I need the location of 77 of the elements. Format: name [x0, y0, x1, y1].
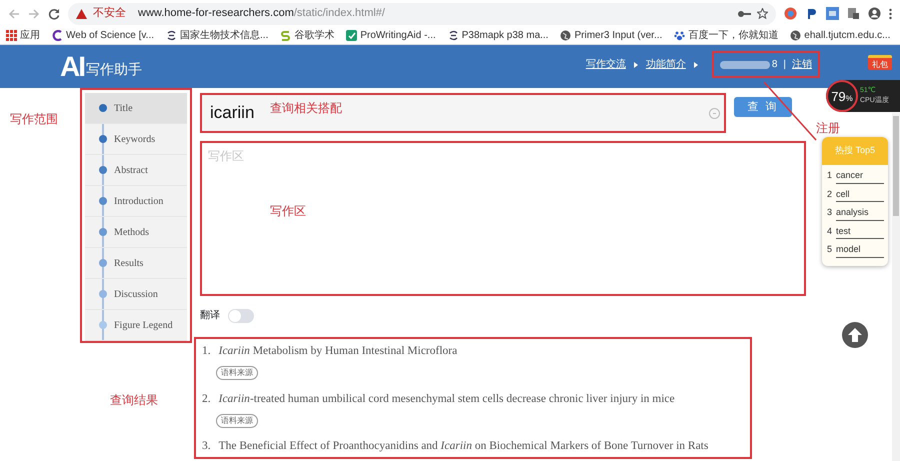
bookmark-icon: [280, 30, 292, 41]
sidebar-item[interactable]: Introduction: [85, 186, 187, 217]
source-tag[interactable]: 语料来源: [216, 366, 258, 380]
annotation-label: 写作区: [270, 203, 306, 220]
bookmark-link[interactable]: Primer3 Input (ver...: [560, 28, 662, 43]
nav-link[interactable]: 写作交流: [586, 57, 626, 72]
result-number: 3.: [202, 439, 211, 454]
sidebar-item[interactable]: Title: [85, 93, 187, 124]
menu-icon[interactable]: [889, 8, 892, 20]
sidebar-item[interactable]: Results: [85, 248, 187, 279]
sidebar-item[interactable]: Keywords: [85, 124, 187, 155]
sidebar-item[interactable]: Methods: [85, 217, 187, 248]
bookmark-link[interactable]: 谷歌学术: [280, 28, 334, 43]
reload-icon[interactable]: [48, 8, 60, 20]
scroll-top-icon[interactable]: [842, 322, 868, 348]
separator: |: [783, 58, 786, 72]
warning-icon: [76, 8, 87, 18]
security-label: 不安全: [93, 6, 126, 22]
bookmark-link[interactable]: ProWritingAid -...: [346, 28, 436, 43]
sidebar-item[interactable]: Discussion: [85, 279, 187, 310]
blurred-username: [720, 60, 770, 68]
translate-label: 翻译: [200, 308, 220, 323]
logo-mark: AI: [60, 53, 84, 81]
rank-number: 5: [827, 243, 832, 256]
paw-icon: [674, 30, 686, 41]
rank-number: 2: [827, 188, 832, 200]
hot-search-link[interactable]: model: [836, 243, 884, 258]
bookmark-icon: [166, 30, 178, 41]
apps-icon: [6, 30, 17, 41]
source-tag[interactable]: 语料来源: [216, 414, 258, 428]
rank-number: 1: [827, 169, 832, 182]
caret-icon: [694, 62, 698, 68]
bookmark-link[interactable]: 百度一下，你就知道: [674, 28, 778, 43]
globe-icon: [790, 30, 802, 41]
key-icon[interactable]: [738, 10, 751, 18]
extension-icon[interactable]: [805, 7, 818, 20]
bookmark-icon: [52, 30, 63, 41]
rank-number: 3: [827, 206, 832, 219]
annotation-label: 注册: [816, 120, 840, 137]
hot-search-link[interactable]: analysis: [836, 206, 884, 220]
nav-link[interactable]: 功能简介: [646, 57, 686, 72]
hot-search-link[interactable]: cancer: [836, 169, 884, 184]
gift-button[interactable]: 礼包: [868, 55, 892, 70]
bookmark-link[interactable]: 国家生物技术信息...: [166, 28, 268, 43]
rank-number: 4: [827, 224, 832, 238]
star-icon[interactable]: [757, 8, 768, 19]
bookmark-link[interactable]: Web of Science [v...: [52, 28, 154, 43]
check-icon: [346, 30, 358, 41]
globe-icon: [560, 30, 572, 41]
extension-icon[interactable]: [784, 7, 797, 20]
bookmark-icon: [448, 30, 459, 41]
result-title[interactable]: Icariin Metabolism by Human Intestinal Microflora: [218, 343, 458, 360]
result-title[interactable]: Icariin-treated human umbilical cord mesenchymal stem cells decrease chronic liver injury in mice: [218, 390, 675, 408]
caret-icon: [634, 62, 638, 68]
logout-link[interactable]: 注销: [792, 57, 812, 72]
sidebar-item[interactable]: Figure Legend: [85, 310, 187, 341]
annotation-label: 查询结果: [110, 392, 158, 409]
result-number: 1.: [202, 344, 211, 359]
extension-icon[interactable]: [847, 7, 860, 20]
translate-toggle[interactable]: [228, 308, 254, 322]
result-title[interactable]: The Beneficial Effect of Proanthocyanidins and Icariin on Biochemical Markers of Bone Turnover in Rats: [218, 438, 708, 456]
result-number: 2.: [202, 392, 211, 406]
logo-text: 写作助手: [86, 61, 142, 80]
hot-search-link[interactable]: cell: [836, 188, 884, 202]
address-bar[interactable]: 不安全 www.home-for-researchers.com/static/index.html#/: [68, 2, 776, 24]
annotation-label: 查询相关搭配: [270, 100, 342, 117]
hot-search-title: 热搜 Top5: [822, 137, 888, 165]
sidebar-item[interactable]: Abstract: [85, 155, 187, 186]
profile-icon[interactable]: [868, 7, 881, 20]
hot-search-link[interactable]: test: [836, 224, 884, 239]
annotation-label: 写作范围: [10, 111, 58, 128]
bookmark-link[interactable]: P38mapk p38 ma...: [448, 28, 548, 43]
username-text: 8: [772, 58, 778, 72]
bookmark-link[interactable]: ehall.tjutcm.edu.c...: [790, 28, 890, 43]
url-text: www.home-for-researchers.com/static/index.html#/: [138, 6, 385, 22]
cpu-gauge: 79%: [826, 80, 858, 112]
bookmark-link[interactable]: 应用: [6, 28, 40, 43]
